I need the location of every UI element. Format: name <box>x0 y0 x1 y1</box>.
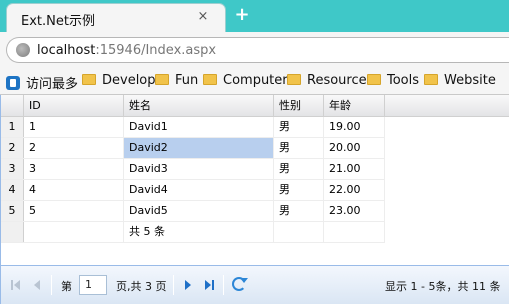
bookmark-tools[interactable]: Tools <box>367 73 419 91</box>
cell-name[interactable]: David3 <box>124 159 274 179</box>
page-number-input[interactable]: 1 <box>79 275 107 295</box>
data-grid: ID 姓名 性别 年龄 1 1 David1 男 19.00 2 2 David… <box>0 95 509 265</box>
new-tab-icon[interactable]: + <box>233 4 251 25</box>
summary-count: 共 5 条 <box>124 222 274 242</box>
folder-icon <box>82 74 96 85</box>
cell-gender[interactable]: 男 <box>274 159 324 179</box>
tab-title: Ext.Net示例 <box>21 14 95 29</box>
header-age[interactable]: 年龄 <box>324 95 385 117</box>
browser-titlebar: Ext.Net示例 × + <box>0 0 509 32</box>
folder-icon <box>367 74 381 85</box>
row-number: 1 <box>1 117 24 137</box>
bookmark-computer[interactable]: Computer <box>203 73 288 91</box>
cell-age[interactable]: 21.00 <box>324 159 385 179</box>
cell-name[interactable]: David1 <box>124 117 274 137</box>
cell-name-selected[interactable]: David2 <box>124 138 274 158</box>
bookmark-website[interactable]: Website <box>424 73 496 91</box>
refresh-icon[interactable] <box>232 277 248 291</box>
prev-page-arrow-icon <box>34 280 40 290</box>
table-row[interactable]: 5 5 David5 男 23.00 <box>1 201 385 222</box>
cell-name[interactable]: David4 <box>124 180 274 200</box>
cell-age[interactable]: 22.00 <box>324 180 385 200</box>
browser-tab[interactable]: Ext.Net示例 × <box>6 3 226 32</box>
grid-header: ID 姓名 性别 年龄 <box>1 95 509 117</box>
prev-page-button[interactable] <box>34 279 46 291</box>
cell-gender[interactable]: 男 <box>274 138 324 158</box>
most-visited-icon <box>6 76 20 90</box>
header-id[interactable]: ID <box>24 95 124 117</box>
cell-gender[interactable]: 男 <box>274 180 324 200</box>
next-page-arrow-icon <box>185 280 191 290</box>
page-total: 页,共 3 页 <box>116 280 167 293</box>
cell-age[interactable]: 23.00 <box>324 201 385 221</box>
address-bar[interactable]: localhost:15946/Index.aspx <box>6 37 509 63</box>
page-label: 第 <box>61 280 72 293</box>
summary-cell-age <box>324 222 385 242</box>
toolbar-separator <box>223 275 224 295</box>
folder-icon <box>287 74 301 85</box>
last-page-button[interactable] <box>204 279 216 291</box>
header-gender[interactable]: 性别 <box>274 95 324 117</box>
header-name[interactable]: 姓名 <box>124 95 274 117</box>
cell-id[interactable]: 2 <box>24 138 124 158</box>
display-info: 显示 1 - 5条，共 11 条 <box>385 280 501 293</box>
toolbar-separator <box>51 275 52 295</box>
header-rownumber <box>1 95 24 117</box>
close-icon[interactable]: × <box>195 9 211 24</box>
url-text[interactable]: localhost:15946/Index.aspx <box>37 43 216 58</box>
paging-toolbar: 第 1 页,共 3 页 显示 1 - 5条，共 11 条 <box>0 265 509 304</box>
table-row[interactable]: 3 3 David3 男 21.00 <box>1 159 385 180</box>
folder-icon <box>424 74 438 85</box>
bookmarks-bar: 访问最多 Develop Fun Computer Resource Tools… <box>0 68 509 95</box>
first-page-bar-icon <box>11 280 13 290</box>
cell-name[interactable]: David5 <box>124 201 274 221</box>
row-number: 5 <box>1 201 24 221</box>
first-page-arrow-icon <box>14 280 20 290</box>
browser-navbar: localhost:15946/Index.aspx <box>0 32 509 68</box>
first-page-button[interactable] <box>11 279 23 291</box>
bookmark-most-visited[interactable]: 访问最多 <box>6 73 78 92</box>
cell-id[interactable]: 1 <box>24 117 124 137</box>
last-page-bar-icon <box>212 280 214 290</box>
bookmark-develop[interactable]: Develop <box>82 73 156 91</box>
summary-cell-gender <box>274 222 324 242</box>
cell-age[interactable]: 20.00 <box>324 138 385 158</box>
summary-cell-id <box>24 222 124 242</box>
summary-row: 共 5 条 <box>1 222 385 243</box>
row-number <box>1 222 24 242</box>
page-info-icon[interactable] <box>16 43 30 57</box>
cell-gender[interactable]: 男 <box>274 117 324 137</box>
bookmark-fun[interactable]: Fun <box>155 73 198 91</box>
folder-icon <box>155 74 169 85</box>
table-row[interactable]: 2 2 David2 男 20.00 <box>1 138 385 159</box>
cell-id[interactable]: 5 <box>24 201 124 221</box>
last-page-arrow-icon <box>205 280 211 290</box>
row-number: 4 <box>1 180 24 200</box>
table-row[interactable]: 4 4 David4 男 22.00 <box>1 180 385 201</box>
folder-icon <box>203 74 217 85</box>
row-number: 2 <box>1 138 24 158</box>
cell-id[interactable]: 3 <box>24 159 124 179</box>
table-row[interactable]: 1 1 David1 男 19.00 <box>1 117 385 138</box>
bookmark-resource[interactable]: Resource <box>287 73 367 91</box>
cell-age[interactable]: 19.00 <box>324 117 385 137</box>
cell-gender[interactable]: 男 <box>274 201 324 221</box>
cell-id[interactable]: 4 <box>24 180 124 200</box>
toolbar-separator <box>173 275 174 295</box>
row-number: 3 <box>1 159 24 179</box>
next-page-button[interactable] <box>183 279 195 291</box>
